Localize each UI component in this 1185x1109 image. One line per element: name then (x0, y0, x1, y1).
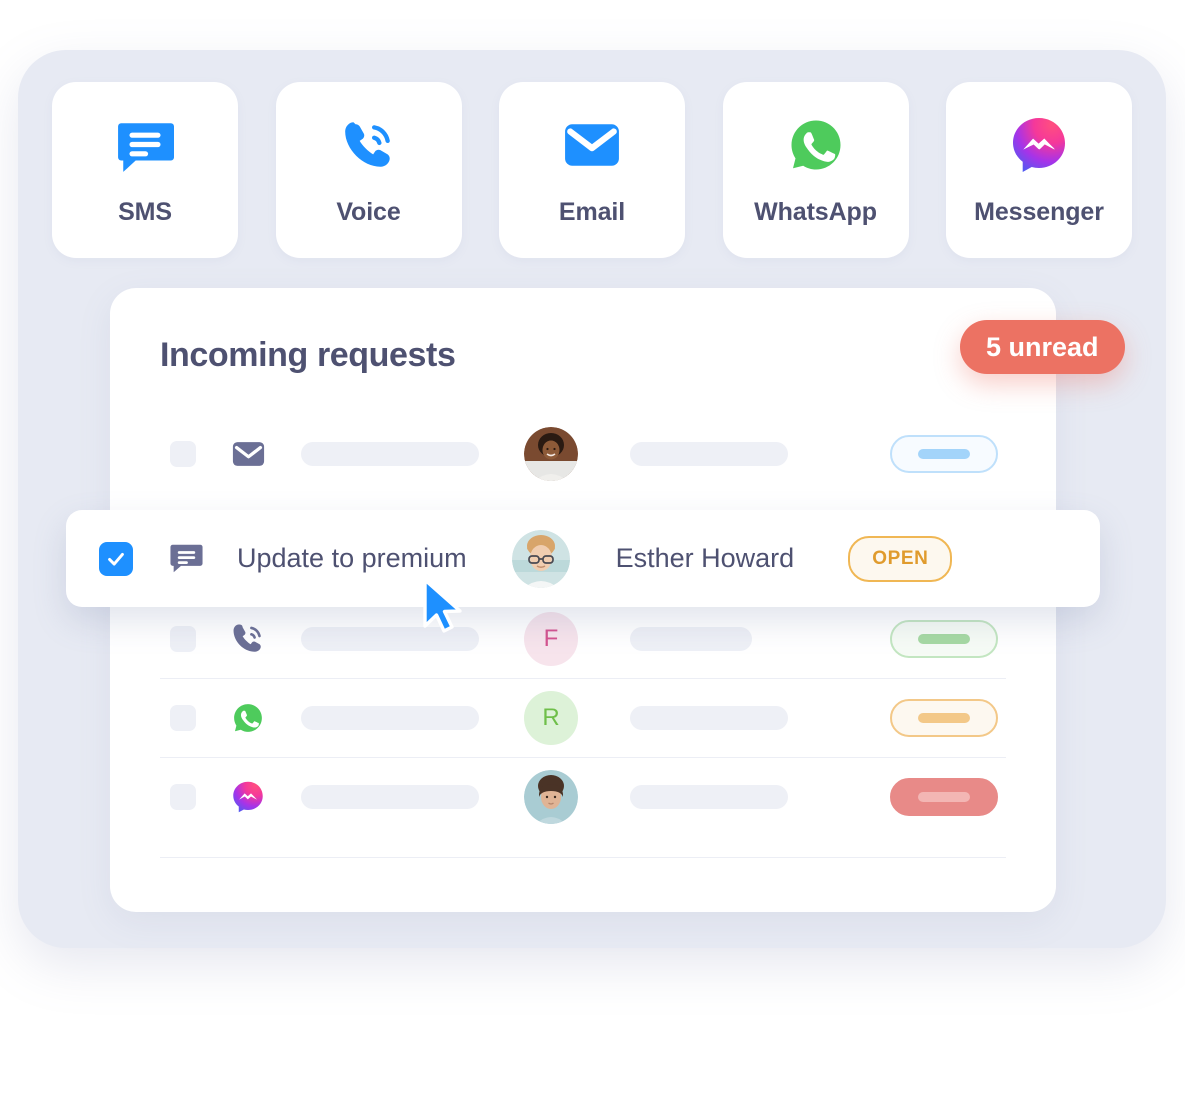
subject-placeholder (301, 441, 479, 466)
row-checkbox[interactable] (170, 704, 196, 731)
table-row[interactable]: F (160, 599, 1006, 678)
request-list: F R (160, 414, 1006, 836)
avatar: F (524, 611, 578, 666)
card-header: Incoming requests (160, 336, 1016, 388)
avatar (511, 529, 570, 588)
status-bar (918, 633, 970, 644)
channel-card-messenger[interactable]: Messenger (946, 82, 1132, 258)
list-bottom-divider (160, 857, 1006, 858)
selected-request-row[interactable]: Update to premium Esther Howard OPEN (66, 510, 1100, 607)
avatar-initial: F (543, 624, 559, 652)
name-placeholder (630, 784, 788, 809)
subject-placeholder (301, 626, 479, 651)
subject-placeholder (301, 784, 479, 809)
channel-label: Email (558, 197, 626, 226)
channel-label: SMS (118, 197, 172, 226)
status-badge (890, 619, 998, 658)
channel-card-voice[interactable]: Voice (275, 82, 462, 258)
avatar (524, 769, 578, 824)
phone-call-icon (338, 114, 400, 176)
channel-card-whatsapp[interactable]: WhatsApp (722, 82, 909, 258)
envelope-icon (231, 437, 265, 471)
channel-card-row: SMS Voice Email WhatsApp Messenger (52, 82, 1132, 258)
channel-label: WhatsApp (754, 197, 877, 226)
messenger-icon (231, 780, 265, 814)
table-row[interactable]: R (160, 678, 1006, 757)
status-bar (918, 791, 970, 802)
name-placeholder (630, 626, 752, 651)
phone-call-icon (231, 622, 265, 656)
name-placeholder (630, 705, 788, 730)
channel-card-sms[interactable]: SMS (52, 82, 238, 258)
status-badge (890, 777, 998, 816)
row-checkbox-checked[interactable] (99, 541, 133, 576)
unread-badge: 5 unread (960, 320, 1125, 374)
messenger-icon (1008, 114, 1070, 176)
channel-card-email[interactable]: Email (499, 82, 685, 258)
channel-label: Voice (336, 197, 401, 226)
name-placeholder (630, 441, 788, 466)
whatsapp-icon (231, 701, 265, 735)
whatsapp-icon (785, 114, 847, 176)
status-bar (918, 712, 970, 723)
status-badge (890, 698, 998, 737)
row-checkbox[interactable] (170, 783, 196, 810)
avatar (524, 426, 578, 481)
sms-chat-bubble-icon (169, 542, 203, 576)
request-subject: Update to premium (237, 543, 467, 573)
contact-name: Esther Howard (615, 543, 795, 573)
avatar-initial: R (542, 703, 560, 731)
status-bar (918, 448, 970, 459)
envelope-icon (561, 114, 623, 176)
status-badge (890, 434, 998, 473)
sms-chat-bubble-icon (114, 114, 176, 176)
channel-label: Messenger (974, 197, 1104, 226)
status-badge-open: OPEN (848, 535, 953, 582)
page-title: Incoming requests (160, 336, 456, 374)
row-checkbox[interactable] (170, 625, 196, 652)
table-row[interactable] (160, 414, 1006, 493)
table-row[interactable] (160, 757, 1006, 836)
check-icon (108, 552, 124, 566)
subject-placeholder (301, 705, 479, 730)
row-checkbox[interactable] (170, 440, 196, 467)
avatar: R (524, 690, 578, 745)
